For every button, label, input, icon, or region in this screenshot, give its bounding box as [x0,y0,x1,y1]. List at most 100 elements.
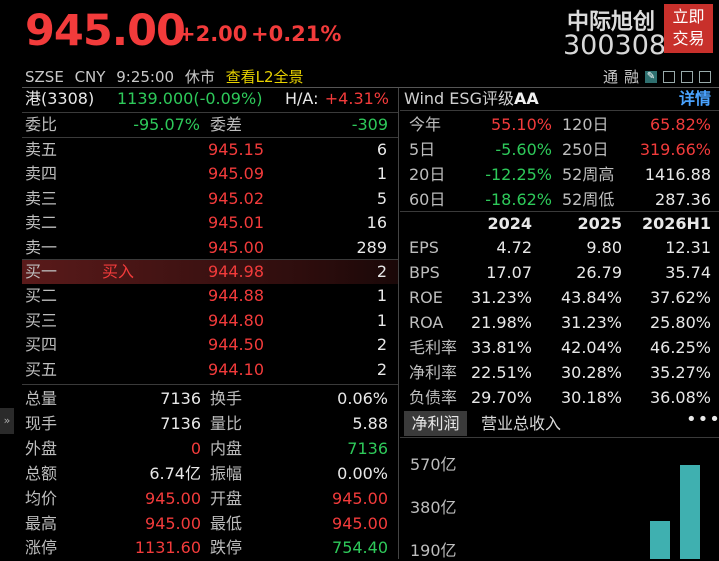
fin-value: 33.81% [470,338,532,357]
toolbar: 通 融 ✎ [603,66,711,87]
buy-row[interactable]: 买五 944.10 2 [25,358,387,382]
hk-value: 1139.000(-0.09%) [117,89,263,108]
ha-value: +4.31% [324,89,389,108]
stat-row: 涨停 1131.60 跌停 754.40 [25,536,388,560]
stat-label: 最低 [210,513,243,533]
committee-row: 委比 -95.07% 委差 -309 [25,113,390,137]
order-level-label: 买二 [25,286,58,306]
stat-value: 0.00% [337,463,388,483]
buy-row[interactable]: 买四 944.50 2 [25,333,387,357]
fin-value: 21.98% [470,313,532,332]
stat-label: 开盘 [210,488,243,508]
stat-label: 跌停 [210,538,243,558]
fin-row: 毛利率 33.81% 42.04% 46.25% [409,335,711,360]
fin-row: 净利率 22.51% 30.28% 35.27% [409,360,711,385]
stat-value: 7136 [347,438,388,458]
fin-value: 37.62% [649,288,711,307]
stat-value: 1131.60 [134,538,201,558]
fin-label: 负债率 [409,388,458,407]
fin-label: BPS [409,263,440,282]
stat-label: 最高 [25,513,58,533]
price-change-pct: +0.21% [251,22,342,46]
l2-panorama-link[interactable]: 查看L2全景 [226,68,304,86]
tab-net-profit[interactable]: 净利润 [404,411,467,436]
fin-value: 17.07 [486,263,532,282]
fin-label: 毛利率 [409,338,458,357]
stat-row: 总额 6.74亿 振幅 0.00% [25,462,388,486]
meta-row: SZSE CNY 9:25:00 休市 查看L2全景 [25,66,310,87]
stat-value: 0 [190,438,201,458]
ratio-label: 委比 [25,115,58,134]
trade-now-button[interactable]: 立即 交易 [664,4,713,53]
fin-value: 9.80 [586,238,622,257]
share-icon[interactable] [681,70,693,83]
perf-label: 20日 [409,165,446,184]
stat-label: 量比 [210,413,243,433]
order-qty: 1 [376,164,387,184]
fin-label: EPS [409,238,439,257]
order-level-label: 卖三 [25,188,58,208]
edit-icon[interactable]: ✎ [645,70,657,83]
perf-value: 65.82% [649,115,711,134]
tab-divider [400,437,719,438]
stat-value: 945.00 [145,513,201,533]
expand-arrow-icon[interactable]: » [0,408,14,434]
perf-row: 20日 -12.25% 52周高 1416.88 [409,162,711,187]
hk-row: 港(3308) 1139.000(-0.09%) H/A: +4.31% [25,87,397,111]
stat-value: 945.00 [332,488,388,508]
stat-row: 最高 945.00 最低 945.00 [25,512,388,536]
fin-value: 29.70% [470,388,532,407]
order-qty: 289 [356,237,387,257]
tab-revenue[interactable]: 营业总收入 [481,411,561,436]
esg-rating[interactable]: Wind ESG评级AA [404,88,539,110]
fin-label: ROE [409,288,443,307]
fin-label: 净利率 [409,363,458,382]
sell-row[interactable]: 卖三 945.02 5 [25,187,387,211]
order-qty: 2 [376,359,387,379]
more-icon[interactable]: ••• [686,409,719,430]
stat-label: 现手 [25,413,58,433]
buy-row[interactable]: 买一 买入 944.98 2 [25,260,387,284]
perf-label: 5日 [409,140,436,159]
diff-value: -309 [351,115,388,134]
rong-label[interactable]: 融 [624,66,639,87]
esg-divider [400,110,719,111]
order-price: 944.10 [208,359,264,379]
detail-link[interactable]: 详情 [679,88,711,110]
fin-value: 12.31 [665,238,711,257]
perf-value: 287.36 [655,190,711,209]
order-level-label: 卖四 [25,164,58,184]
order-price: 944.98 [208,262,264,281]
order-price: 945.00 [208,237,264,257]
expand-icon[interactable] [699,70,711,83]
fin-value: 42.04% [560,338,622,357]
perf-value: -12.25% [485,165,552,184]
sell-row[interactable]: 卖二 945.01 16 [25,211,387,235]
stat-value: 945.00 [332,513,388,533]
perf-label: 60日 [409,190,446,209]
chart-bar-2026 [680,465,700,559]
fin-row: EPS 4.72 9.80 12.31 [409,235,711,260]
stat-label: 内盘 [210,438,243,458]
status-label: 休市 [184,68,215,86]
sell-row[interactable]: 卖四 945.09 1 [25,162,387,186]
sell-row[interactable]: 卖五 945.15 6 [25,138,387,162]
order-price: 945.01 [208,213,264,233]
order-qty: 6 [376,140,387,159]
stat-label: 换手 [210,389,243,408]
fin-value: 30.18% [560,388,622,407]
tong-label[interactable]: 通 [603,66,618,87]
perf-row: 今年 55.10% 120日 65.82% [409,112,711,137]
buy-row[interactable]: 买三 944.80 1 [25,309,387,333]
buy-row[interactable]: 买二 944.88 1 [25,284,387,308]
order-price: 945.09 [208,164,264,184]
buy-tag: 买入 [102,262,135,281]
alert-icon[interactable] [663,70,675,83]
order-price: 944.80 [208,310,264,330]
stat-value: 945.00 [145,488,201,508]
perf-value: -18.62% [485,190,552,209]
stat-value: 754.40 [332,538,388,558]
sell-row[interactable]: 卖一 945.00 289 [25,236,387,260]
order-level-label: 卖二 [25,213,58,233]
perf-label: 52周低 [562,190,615,209]
